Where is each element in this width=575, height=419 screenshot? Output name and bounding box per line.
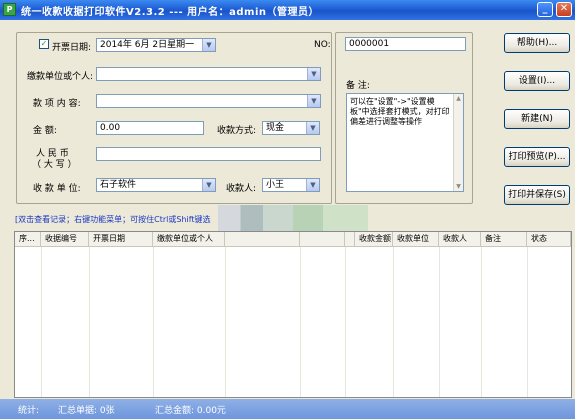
col-header-payee-unit[interactable]: 收款单位	[393, 232, 439, 247]
title-bar[interactable]: P 统一收款收据打印软件V2.3.2 --- 用户名：admin（管理员） _ …	[0, 0, 575, 20]
amount-label: 金 额:	[33, 126, 57, 136]
col-header-payee[interactable]: 收款人	[439, 232, 481, 247]
minimize-button[interactable]: _	[537, 2, 553, 17]
col-header-method[interactable]	[300, 232, 345, 247]
no-field[interactable]: 0000001	[345, 37, 466, 51]
grid-header: 序... 收据编号 开票日期 缴款单位或个人 收款金额 收款单位 收款人 备注 …	[15, 232, 571, 247]
payment-method-select[interactable]: 现金 ▼	[262, 121, 320, 135]
chevron-down-icon[interactable]: ▼	[306, 179, 319, 191]
invoice-date-value: 2014年 6月 2日星期一	[100, 40, 195, 50]
chevron-down-icon[interactable]: ▼	[307, 95, 320, 107]
chevron-down-icon[interactable]: ▼	[307, 68, 320, 80]
col-header-amount[interactable]: 收款金额	[355, 232, 393, 247]
notes-label: 备 注:	[346, 81, 370, 91]
col-header-status[interactable]: 状态	[527, 232, 571, 247]
minimize-icon: _	[542, 3, 548, 14]
settings-button[interactable]: 设置(I)...	[504, 71, 570, 91]
invoice-date-checkbox[interactable]: ✓	[39, 39, 49, 49]
chevron-down-icon[interactable]: ▼	[202, 39, 215, 51]
check-icon: ✓	[40, 39, 48, 48]
payer-combo[interactable]: ▼	[96, 67, 321, 81]
rmb-label-line2: （ 大 写 ）	[32, 160, 77, 170]
chevron-down-icon[interactable]: ▼	[202, 179, 215, 191]
invoice-date-label: 开票日期:	[52, 43, 92, 53]
col-header-item[interactable]	[225, 232, 300, 247]
payee-value: 小王	[266, 180, 285, 190]
column-divider	[41, 247, 42, 397]
column-divider	[89, 247, 90, 397]
payment-method-label: 收款方式:	[217, 126, 257, 136]
status-label: 统计:	[18, 406, 40, 416]
col-header-payer[interactable]: 缴款单位或个人	[153, 232, 225, 247]
chevron-down-icon[interactable]: ▼	[306, 122, 319, 134]
col-header-date[interactable]: 开票日期	[89, 232, 153, 247]
print-save-button[interactable]: 打印并保存(S)	[504, 185, 570, 205]
notes-text: 可以在"设置"->"设置模板"中选择套打模式，对打印偏差进行调整等操作	[350, 97, 450, 126]
payee-select[interactable]: 小王 ▼	[262, 178, 320, 192]
column-divider	[300, 247, 301, 397]
new-button[interactable]: 新建(N)	[504, 109, 570, 129]
payee-unit-label: 收 款 单 位:	[33, 184, 81, 194]
print-preview-button[interactable]: 打印预览(P)...	[504, 147, 570, 167]
scroll-up-icon[interactable]: ▲	[454, 94, 463, 103]
notes-scrollbar[interactable]: ▲ ▼	[453, 94, 463, 191]
column-divider	[481, 247, 482, 397]
rmb-uppercase-field[interactable]	[96, 147, 321, 161]
app-icon: P	[3, 3, 16, 16]
payer-label: 缴款单位或个人:	[27, 72, 94, 82]
close-icon: ✕	[559, 3, 569, 14]
col-header-receipt-no[interactable]: 收据编号	[41, 232, 89, 247]
grid-hint: [双击查看记录；右键功能菜单；可按住Ctrl或Shift键选	[15, 215, 211, 224]
column-divider	[439, 247, 440, 397]
col-header-seq[interactable]: 序...	[15, 232, 41, 247]
notes-textarea[interactable]: 可以在"设置"->"设置模板"中选择套打模式，对打印偏差进行调整等操作 ▲ ▼	[346, 93, 464, 192]
status-total: 汇总金额: 0.00元	[155, 406, 226, 416]
close-button[interactable]: ✕	[556, 2, 572, 17]
help-button[interactable]: 帮助(H)...	[504, 33, 570, 53]
col-header-amount-partial[interactable]	[345, 232, 355, 247]
scroll-down-icon[interactable]: ▼	[454, 182, 463, 191]
status-bar: 统计: 汇总单据: 0张 汇总金额: 0.00元	[0, 399, 575, 419]
column-divider	[527, 247, 528, 397]
item-combo[interactable]: ▼	[96, 94, 321, 108]
column-divider	[153, 247, 154, 397]
col-header-notes[interactable]: 备注	[481, 232, 527, 247]
payment-method-value: 现金	[266, 123, 285, 133]
app-window: P 统一收款收据打印软件V2.3.2 --- 用户名：admin（管理员） _ …	[0, 0, 575, 419]
column-divider	[393, 247, 394, 397]
payee-label: 收款人:	[226, 184, 257, 194]
column-divider	[345, 247, 346, 397]
column-divider	[225, 247, 226, 397]
records-grid[interactable]: 序... 收据编号 开票日期 缴款单位或个人 收款金额 收款单位 收款人 备注 …	[14, 231, 572, 398]
window-title: 统一收款收据打印软件V2.3.2 --- 用户名：admin（管理员）	[21, 7, 319, 18]
payee-unit-value: 石子软件	[100, 180, 137, 190]
invoice-date-picker[interactable]: 2014年 6月 2日星期一 ▼	[96, 38, 216, 52]
no-label: NO:	[314, 40, 331, 50]
amount-field[interactable]: 0.00	[96, 121, 204, 135]
item-label: 款 项 内 容:	[33, 99, 81, 109]
payee-unit-select[interactable]: 石子软件 ▼	[96, 178, 216, 192]
status-count: 汇总单据: 0张	[58, 406, 115, 416]
